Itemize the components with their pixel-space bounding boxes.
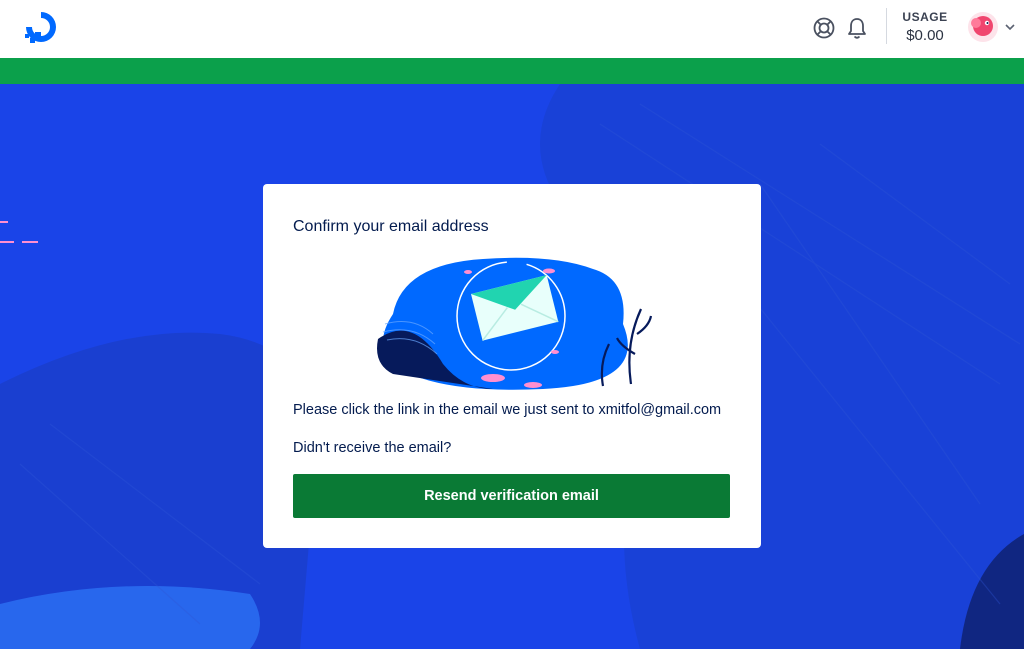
account-menu-button[interactable]	[966, 10, 1016, 46]
header-divider	[886, 8, 887, 44]
usage-value: $0.00	[906, 27, 944, 44]
resend-verification-button[interactable]: Resend verification email	[293, 474, 730, 518]
top-navigation-bar: USAGE $0.00	[0, 0, 1024, 58]
status-banner	[0, 58, 1024, 84]
user-avatar-icon	[968, 12, 998, 42]
chevron-down-icon	[1005, 24, 1015, 31]
confirm-email-card: Confirm your email address Please click …	[263, 184, 761, 548]
resend-prompt: Didn't receive the email?	[293, 440, 452, 456]
digitalocean-logo-icon[interactable]	[22, 8, 60, 46]
usage-label: USAGE	[902, 10, 948, 24]
card-title: Confirm your email address	[293, 218, 489, 235]
instruction-message: Please click the link in the email we ju…	[293, 402, 722, 418]
usage-indicator[interactable]: USAGE $0.00	[896, 10, 954, 44]
bell-icon[interactable]	[845, 16, 869, 40]
envelope-illustration	[377, 257, 653, 390]
lifebuoy-icon[interactable]	[812, 16, 836, 40]
